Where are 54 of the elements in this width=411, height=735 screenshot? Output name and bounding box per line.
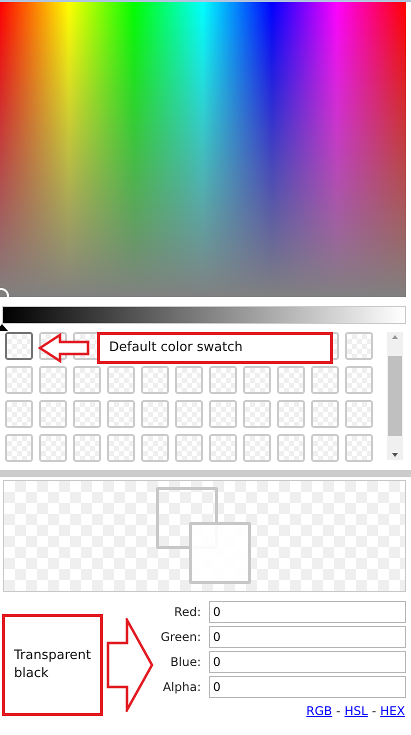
current-color-square xyxy=(189,522,251,584)
color-swatch[interactable] xyxy=(243,434,271,462)
format-link[interactable]: HSL xyxy=(344,704,368,718)
color-swatch[interactable] xyxy=(39,400,67,428)
input-field[interactable]: 0 xyxy=(209,651,406,673)
format-link[interactable]: HEX xyxy=(380,704,405,718)
format-link[interactable]: RGB xyxy=(306,704,332,718)
color-swatch[interactable] xyxy=(209,434,237,462)
color-swatch[interactable] xyxy=(243,366,271,394)
scrollbar-thumb[interactable] xyxy=(388,356,402,436)
color-swatch[interactable] xyxy=(39,434,67,462)
separator-text: - xyxy=(372,704,376,718)
color-swatch[interactable] xyxy=(209,400,237,428)
color-swatch[interactable] xyxy=(277,400,305,428)
color-swatch[interactable] xyxy=(107,366,135,394)
color-swatch[interactable] xyxy=(73,434,101,462)
color-swatch[interactable] xyxy=(5,434,33,462)
color-swatch[interactable] xyxy=(345,366,373,394)
color-swatch[interactable] xyxy=(175,400,203,428)
color-swatch[interactable] xyxy=(175,434,203,462)
field-label: Red: xyxy=(173,605,201,619)
color-swatch[interactable] xyxy=(107,434,135,462)
color-swatch[interactable] xyxy=(175,366,203,394)
input-field[interactable]: 0 xyxy=(209,626,406,648)
color-swatch[interactable] xyxy=(243,400,271,428)
lightness-slider[interactable] xyxy=(2,306,406,331)
color-swatch[interactable] xyxy=(5,332,33,360)
color-swatch[interactable] xyxy=(73,366,101,394)
separator-text: - xyxy=(336,704,340,718)
field-label: Green: xyxy=(160,630,201,644)
color-swatch[interactable] xyxy=(141,400,169,428)
color-swatch[interactable] xyxy=(311,434,339,462)
callout-label: Transparent black xyxy=(2,614,103,716)
color-swatch[interactable] xyxy=(107,400,135,428)
color-swatch[interactable] xyxy=(311,366,339,394)
field-label: Blue: xyxy=(169,655,201,669)
color-swatch[interactable] xyxy=(209,366,237,394)
input-field[interactable]: 0 xyxy=(209,601,406,623)
color-swatch[interactable] xyxy=(311,400,339,428)
color-swatch[interactable] xyxy=(5,400,33,428)
color-swatch[interactable] xyxy=(277,434,305,462)
color-swatch[interactable] xyxy=(345,400,373,428)
color-swatch[interactable] xyxy=(277,366,305,394)
color-swatch[interactable] xyxy=(5,366,33,394)
field-label: Alpha: xyxy=(162,680,201,694)
color-swatch[interactable] xyxy=(141,366,169,394)
scrollbar[interactable] xyxy=(387,332,403,460)
callout-tooltip: Default color swatch xyxy=(97,332,333,364)
color-swatch[interactable] xyxy=(73,400,101,428)
color-swatch[interactable] xyxy=(345,332,373,360)
color-swatch[interactable] xyxy=(39,366,67,394)
input-field[interactable]: 0 xyxy=(209,676,406,698)
color-swatch[interactable] xyxy=(345,434,373,462)
color-swatch[interactable] xyxy=(141,434,169,462)
